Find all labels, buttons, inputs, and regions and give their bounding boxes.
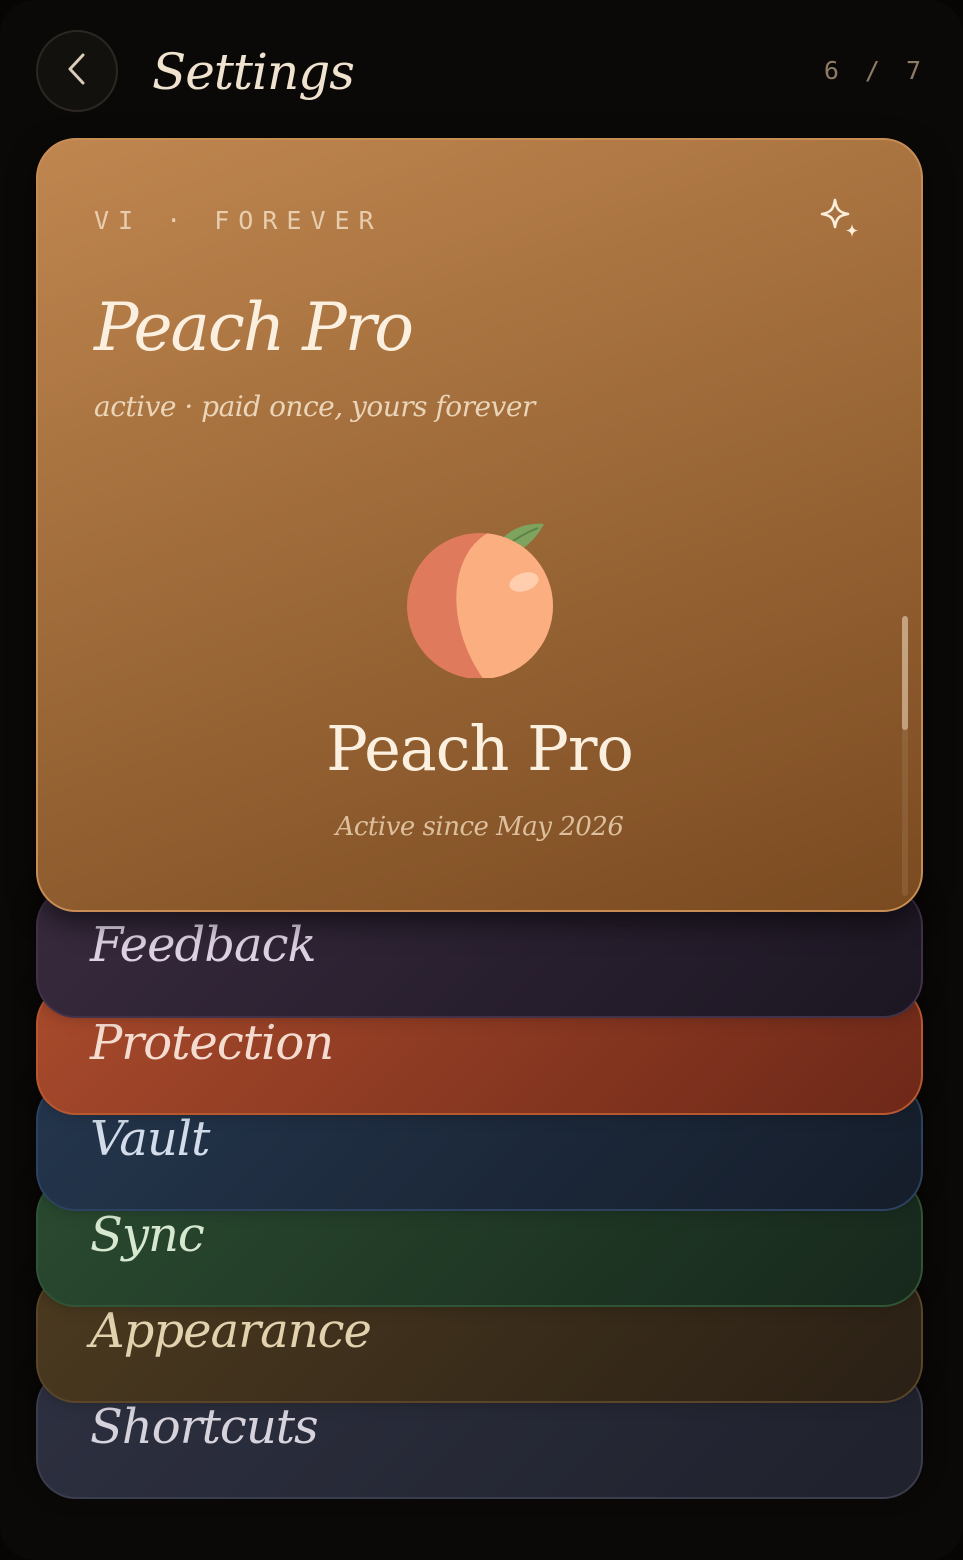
pager-total: 7 [905,56,921,85]
chevron-left-icon [62,51,92,92]
active-since: Active since May 2026 [335,812,624,842]
back-button[interactable] [36,30,118,112]
settings-screen: Settings 6 / 7 Shortcuts Appearance Sync… [0,0,963,1560]
pager-current: 6 [823,56,839,85]
card-peach-pro: VI · FOREVER Peach Pro active · paid onc… [36,138,923,912]
card-label-protection: Protection [90,1015,334,1071]
scrollbar-thumb[interactable] [902,616,908,730]
pager-separator: / [864,56,880,85]
card-title: Peach Pro [94,289,414,366]
card-subtitle: active · paid once, yours forever [94,390,535,423]
peach-icon [404,518,560,679]
sparkle-icon[interactable] [815,194,867,246]
page-indicator: 6 / 7 [824,56,921,85]
card-label-feedback: Feedback [90,917,317,973]
card-tag: VI · FOREVER [94,206,383,235]
product-name: Peach Pro [326,712,634,785]
scrollbar[interactable] [902,616,908,896]
page-title: Settings [152,43,355,101]
